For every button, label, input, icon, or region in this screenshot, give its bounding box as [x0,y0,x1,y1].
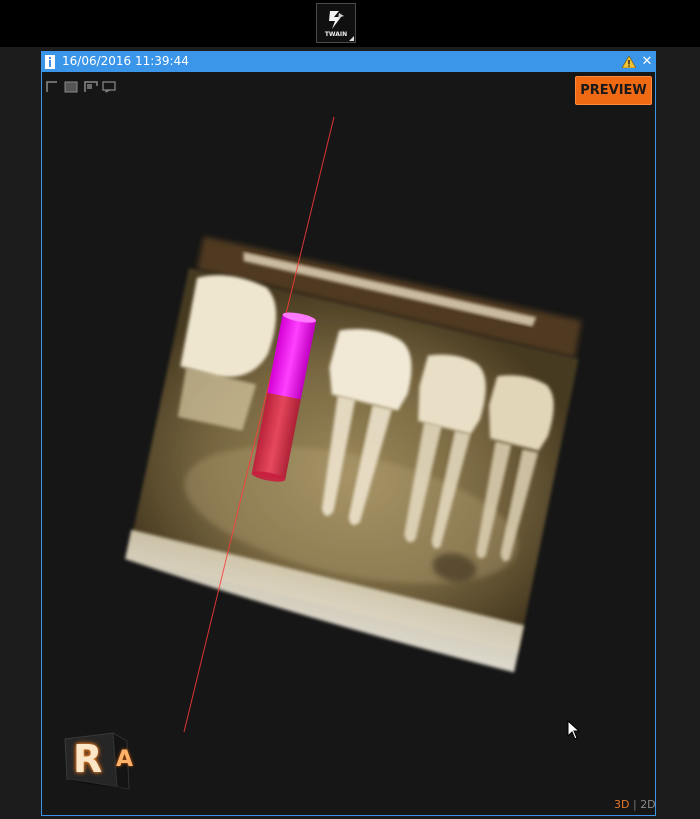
orientation-cube[interactable]: R A [61,727,133,799]
info-icon[interactable] [45,55,55,69]
jaw-volume [125,236,582,673]
top-toolbar: TWAIN [0,0,700,47]
cube-front-letter: R [73,737,103,781]
volume-render-view[interactable] [42,72,655,815]
warning-icon[interactable] [622,56,636,68]
mouse-cursor-icon [567,720,581,740]
dropdown-corner-icon [349,36,354,41]
mode-2d-button[interactable]: 2D [640,798,655,811]
view-mode-toggle: 3D | 2D [614,798,656,811]
viewer-panel: 16/06/2016 11:39:44 ✕ PREVIEW R A 3D | 2… [41,51,656,816]
mode-3d-button[interactable]: 3D [614,798,629,811]
close-icon[interactable]: ✕ [641,55,653,69]
twain-button[interactable]: TWAIN [316,3,356,43]
viewer-title-bar: 16/06/2016 11:39:44 ✕ [42,52,655,72]
mode-separator: | [632,798,637,811]
viewer-title: 16/06/2016 11:39:44 [62,54,189,68]
cube-side-letter: A [116,747,134,772]
